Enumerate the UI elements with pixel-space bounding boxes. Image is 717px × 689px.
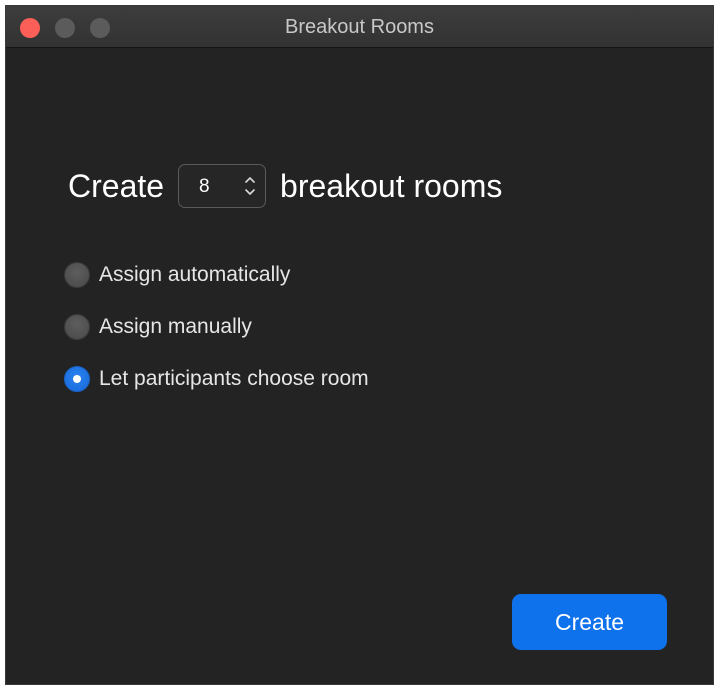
option-label[interactable]: Assign automatically (99, 263, 290, 287)
create-rooms-row: Create 8 breakout rooms (68, 162, 502, 210)
option-assign-manually[interactable]: Assign manually (64, 312, 252, 342)
title-bar: Breakout Rooms (6, 6, 713, 48)
room-count-value[interactable]: 8 (199, 176, 210, 198)
breakout-rooms-window: Breakout Rooms Create 8 breakout rooms A… (5, 5, 714, 685)
create-suffix-label: breakout rooms (280, 167, 503, 204)
option-let-participants-choose[interactable]: Let participants choose room (64, 364, 369, 394)
radio-button-selected[interactable] (64, 366, 90, 392)
option-label[interactable]: Let participants choose room (99, 367, 369, 391)
window-title: Breakout Rooms (285, 16, 434, 38)
room-count-stepper[interactable]: 8 (178, 164, 267, 208)
radio-button[interactable] (64, 314, 90, 340)
radio-button[interactable] (64, 262, 90, 288)
option-assign-automatically[interactable]: Assign automatically (64, 260, 290, 290)
stepper-arrows-icon[interactable] (243, 171, 257, 201)
create-prefix-label: Create (68, 167, 165, 204)
create-button[interactable]: Create (512, 594, 667, 650)
option-label[interactable]: Assign manually (99, 315, 252, 339)
